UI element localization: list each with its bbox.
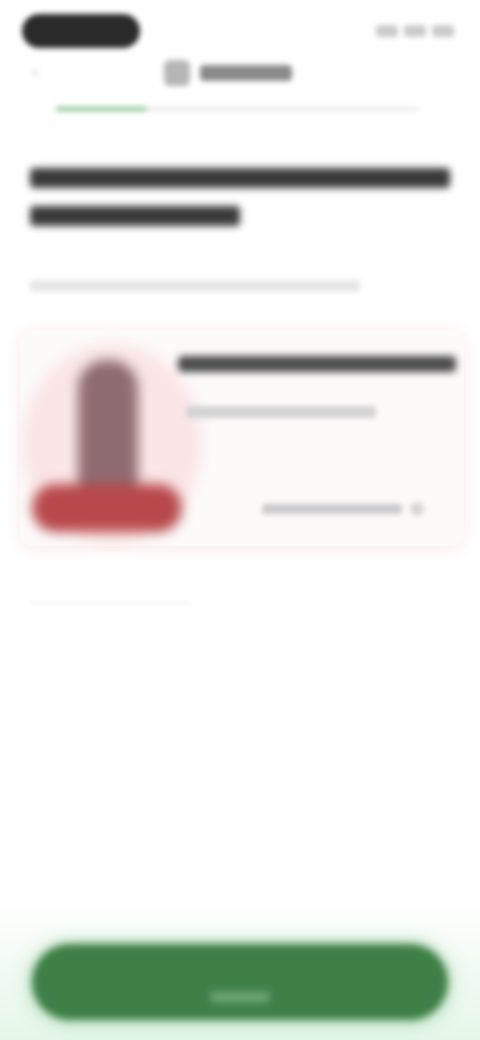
progress-fill bbox=[56, 107, 147, 111]
primary-button-label bbox=[210, 991, 270, 1003]
chevron-right-icon bbox=[410, 502, 424, 516]
page-title bbox=[30, 168, 450, 244]
brand bbox=[164, 60, 292, 86]
product-meta bbox=[186, 406, 376, 418]
primary-button[interactable] bbox=[32, 944, 448, 1020]
product-card[interactable] bbox=[20, 330, 464, 546]
status-time-pill bbox=[22, 14, 140, 48]
page-title-line bbox=[30, 168, 450, 188]
status-icons bbox=[376, 22, 454, 40]
wifi-icon bbox=[404, 25, 426, 37]
battery-icon bbox=[432, 25, 454, 37]
page-subtitle bbox=[30, 280, 360, 292]
divider bbox=[30, 602, 190, 604]
product-photo bbox=[22, 344, 202, 544]
signal-icon bbox=[376, 25, 398, 37]
progress-bar bbox=[56, 104, 420, 114]
brand-logo-icon bbox=[164, 60, 190, 86]
product-base-shape bbox=[32, 484, 182, 532]
page-title-line bbox=[30, 206, 240, 226]
brand-name bbox=[200, 65, 292, 81]
status-bar bbox=[0, 0, 480, 60]
product-body-shape bbox=[78, 360, 138, 490]
product-details-link-text bbox=[262, 504, 402, 514]
product-details-link[interactable] bbox=[262, 502, 434, 516]
product-name bbox=[178, 356, 456, 372]
header: ‹ bbox=[0, 56, 480, 96]
back-arrow-icon[interactable]: ‹ bbox=[32, 60, 56, 84]
